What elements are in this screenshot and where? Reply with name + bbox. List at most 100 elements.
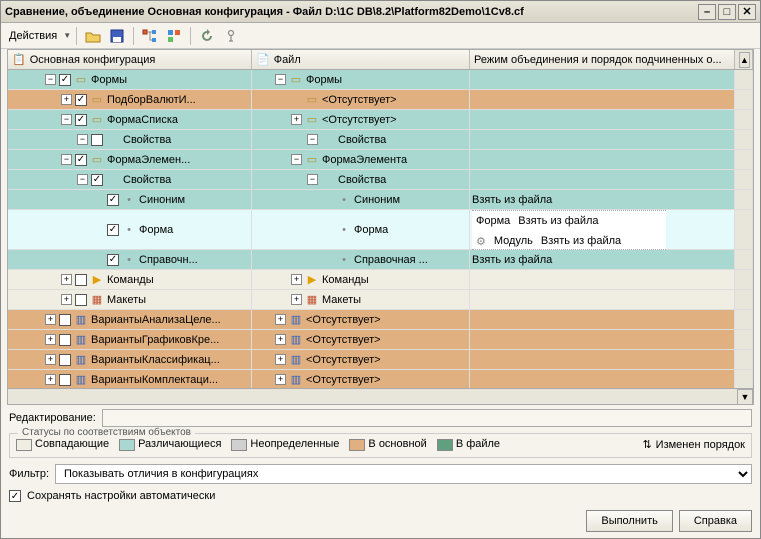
tree-row[interactable]: −Свойства−Свойства bbox=[8, 170, 753, 190]
refresh-icon[interactable] bbox=[196, 25, 218, 47]
maximize-button[interactable]: □ bbox=[718, 4, 736, 20]
checkbox[interactable] bbox=[75, 294, 87, 306]
expand-icon[interactable]: − bbox=[77, 134, 88, 145]
expand-icon[interactable]: + bbox=[61, 294, 72, 305]
tree-row[interactable]: +▭ПодборВалютИ...▭<Отсутствует> bbox=[8, 90, 753, 110]
col-main-config[interactable]: 📋Основная конфигурация bbox=[8, 50, 252, 69]
checkbox[interactable] bbox=[75, 114, 87, 126]
checkbox[interactable] bbox=[107, 194, 119, 206]
expand-icon[interactable]: − bbox=[275, 74, 286, 85]
open-icon[interactable] bbox=[82, 25, 104, 47]
expand-icon[interactable]: + bbox=[45, 354, 56, 365]
tree-cell-file: •Синоним bbox=[254, 193, 400, 207]
scroll-down-icon[interactable]: ▼ bbox=[737, 389, 753, 405]
close-button[interactable]: ✕ bbox=[738, 4, 756, 20]
merge-mode-cell[interactable] bbox=[470, 370, 735, 388]
checkbox[interactable] bbox=[75, 154, 87, 166]
help-button[interactable]: Справка bbox=[679, 510, 752, 532]
expand-icon[interactable]: + bbox=[61, 94, 72, 105]
tree-row[interactable]: +▥ВариантыКлассификац...+▥<Отсутствует> bbox=[8, 350, 753, 370]
checkbox[interactable] bbox=[59, 314, 71, 326]
checkbox[interactable] bbox=[59, 374, 71, 386]
merge-mode-cell[interactable] bbox=[470, 70, 735, 90]
scroll-up-icon[interactable]: ▲ bbox=[739, 52, 750, 68]
tree-label: Форма bbox=[354, 224, 388, 236]
expand-icon[interactable]: + bbox=[45, 374, 56, 385]
tree-label: Команды bbox=[322, 274, 369, 286]
tree-row[interactable]: +▥ВариантыАнализаЦеле...+▥<Отсутствует> bbox=[8, 310, 753, 330]
expand-icon[interactable]: + bbox=[61, 274, 72, 285]
tree-cell-main: −▭ФормаЭлемен... bbox=[10, 153, 190, 167]
expand-icon[interactable]: + bbox=[275, 334, 286, 345]
merge-mode-cell[interactable] bbox=[470, 290, 735, 310]
merge-detail-popup[interactable]: ФормаВзять из файла⚙МодульВзять из файла bbox=[472, 210, 666, 250]
tree-row[interactable]: +▥ВариантыГрафиковКре...+▥<Отсутствует> bbox=[8, 330, 753, 350]
filter-label: Фильтр: bbox=[9, 468, 49, 480]
merge-mode-cell[interactable] bbox=[470, 170, 735, 190]
col-merge-mode[interactable]: Режим объединения и порядок подчиненных … bbox=[470, 50, 735, 69]
col-file[interactable]: 📄Файл bbox=[252, 50, 470, 69]
detail-form-action: Взять из файла bbox=[518, 215, 598, 227]
merge-mode-cell[interactable] bbox=[470, 110, 735, 130]
checkbox[interactable] bbox=[59, 74, 71, 86]
expand-icon[interactable]: − bbox=[291, 154, 302, 165]
checkbox[interactable] bbox=[91, 174, 103, 186]
filter-select[interactable]: Показывать отличия в конфигурациях bbox=[55, 464, 752, 484]
merge-mode-cell[interactable]: Взять из файла bbox=[470, 190, 735, 210]
checkbox[interactable] bbox=[75, 274, 87, 286]
expand-icon[interactable]: − bbox=[45, 74, 56, 85]
filter-icon[interactable] bbox=[163, 25, 185, 47]
expand-icon[interactable]: + bbox=[275, 314, 286, 325]
checkbox[interactable] bbox=[91, 134, 103, 146]
detail-module-label: Модуль bbox=[494, 235, 533, 247]
tree-row[interactable]: −▭ФормаЭлемен...−▭ФормаЭлемента bbox=[8, 150, 753, 170]
expand-icon[interactable]: + bbox=[291, 274, 302, 285]
expand-icon[interactable]: + bbox=[275, 354, 286, 365]
checkbox[interactable] bbox=[107, 254, 119, 266]
merge-mode-cell[interactable] bbox=[470, 350, 735, 370]
tree-row[interactable]: −Свойства−Свойства bbox=[8, 130, 753, 150]
expand-icon[interactable]: + bbox=[291, 294, 302, 305]
expand-icon[interactable]: − bbox=[77, 174, 88, 185]
tree-row[interactable]: •Синоним•СинонимВзять из файла bbox=[8, 190, 753, 210]
minimize-button[interactable]: – bbox=[698, 4, 716, 20]
merge-mode-cell[interactable] bbox=[470, 150, 735, 170]
merge-mode-cell[interactable] bbox=[470, 130, 735, 150]
dropdown-icon[interactable]: ▼ bbox=[63, 31, 71, 40]
checkbox[interactable] bbox=[75, 94, 87, 106]
execute-button[interactable]: Выполнить bbox=[586, 510, 672, 532]
settings-icon[interactable] bbox=[220, 25, 242, 47]
expand-icon[interactable]: + bbox=[45, 314, 56, 325]
merge-mode-cell[interactable] bbox=[470, 310, 735, 330]
merge-mode-cell[interactable] bbox=[470, 90, 735, 110]
tree-cell-file: −Свойства bbox=[254, 173, 386, 187]
tree-row[interactable]: −▭Формы−▭Формы bbox=[8, 70, 753, 90]
expand-icon[interactable]: − bbox=[61, 114, 72, 125]
save-icon[interactable] bbox=[106, 25, 128, 47]
merge-mode-cell[interactable] bbox=[470, 270, 735, 290]
expand-icon[interactable]: − bbox=[307, 134, 318, 145]
actions-menu[interactable]: Действия bbox=[5, 30, 61, 42]
tree-row[interactable]: +▥ВариантыКомплектаци...+▥<Отсутствует> bbox=[8, 370, 753, 388]
save-settings-checkbox[interactable] bbox=[9, 490, 21, 502]
tree-icon[interactable] bbox=[139, 25, 161, 47]
checkbox[interactable] bbox=[107, 224, 119, 236]
merge-mode-cell[interactable] bbox=[470, 330, 735, 350]
checkbox[interactable] bbox=[59, 334, 71, 346]
checkbox[interactable] bbox=[59, 354, 71, 366]
tree-cell-file: +▥<Отсутствует> bbox=[254, 373, 381, 387]
expand-icon[interactable]: + bbox=[45, 334, 56, 345]
tree-label: Макеты bbox=[322, 294, 361, 306]
expand-icon[interactable]: + bbox=[291, 114, 302, 125]
tree-row[interactable]: +▶Команды+▶Команды bbox=[8, 270, 753, 290]
edit-input[interactable] bbox=[102, 409, 752, 427]
button-row: Выполнить Справка bbox=[1, 504, 760, 538]
grid-body[interactable]: −▭Формы−▭Формы+▭ПодборВалютИ...▭<Отсутст… bbox=[8, 70, 753, 388]
tree-row[interactable]: •Справочн...•Справочная ...Взять из файл… bbox=[8, 250, 753, 270]
tree-row[interactable]: −▭ФормаСписка+▭<Отсутствует> bbox=[8, 110, 753, 130]
expand-icon[interactable]: − bbox=[61, 154, 72, 165]
tree-row[interactable]: +▦Макеты+▦Макеты bbox=[8, 290, 753, 310]
merge-mode-cell[interactable]: Взять из файла bbox=[470, 250, 735, 270]
expand-icon[interactable]: − bbox=[307, 174, 318, 185]
expand-icon[interactable]: + bbox=[275, 374, 286, 385]
